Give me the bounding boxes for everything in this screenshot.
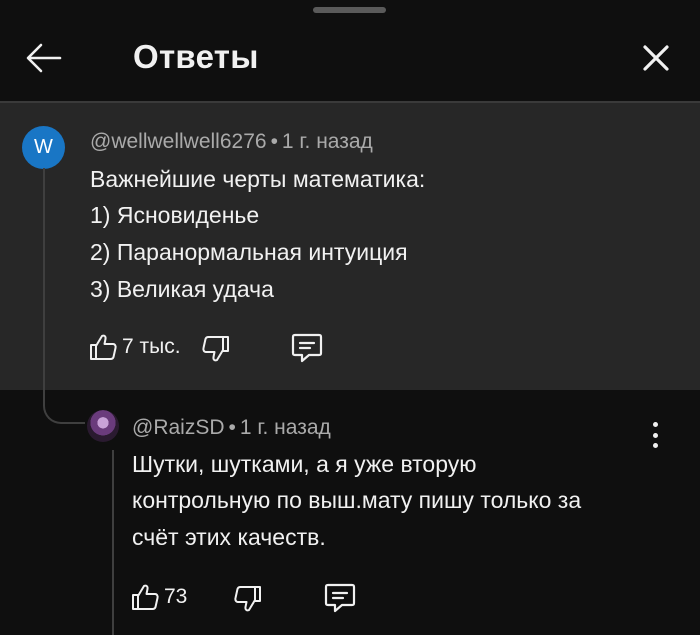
like-count: 7 тыс. <box>122 335 181 358</box>
comment-text-line: Важнейшие черты математика: <box>90 166 426 192</box>
thumbs-up-icon <box>90 334 117 360</box>
more-options-button[interactable] <box>640 418 670 452</box>
more-dot-icon <box>652 443 658 448</box>
close-icon <box>643 45 669 71</box>
comment-icon <box>324 583 356 613</box>
thumbs-down-icon <box>202 336 229 362</box>
thumbs-up-icon <box>132 584 159 610</box>
comment-author[interactable]: @wellwellwell6276 <box>90 130 267 153</box>
reply-meta: @RaizSD • 1 г. назад <box>132 416 331 440</box>
page-title: Ответы <box>133 38 259 75</box>
back-button[interactable] <box>22 38 66 78</box>
arrow-left-icon <box>26 43 62 73</box>
avatar[interactable]: W <box>22 126 65 169</box>
thread-line <box>43 168 45 400</box>
replies-sheet: Ответы W @wellwellwell6276 • 1 г. назад Ва… <box>0 0 700 635</box>
reply-time: 1 г. назад <box>239 416 331 439</box>
comment-text-line: 1) Ясновиденье <box>90 202 260 228</box>
thread-connector <box>43 398 85 424</box>
reply-author[interactable]: @RaizSD <box>132 416 225 439</box>
like-button[interactable]: 7 тыс. <box>88 332 181 362</box>
meta-separator: • <box>270 130 278 153</box>
comment-meta: @wellwellwell6276 • 1 г. назад <box>90 130 373 154</box>
reply-text-line: счёт этих качеств. <box>132 524 326 550</box>
like-count: 73 <box>164 585 188 608</box>
meta-separator: • <box>228 416 236 439</box>
thumbs-down-icon <box>234 586 261 612</box>
comment-text-line: 3) Великая удача <box>90 276 274 302</box>
more-dot-icon <box>652 432 658 438</box>
avatar[interactable] <box>87 410 119 442</box>
comment-icon <box>291 333 323 363</box>
like-button[interactable]: 73 <box>130 582 187 612</box>
reply-text-line: контрольную по выш.мату пишу только за <box>132 487 582 513</box>
dislike-button[interactable] <box>201 334 231 364</box>
avatar-letter: W <box>34 136 53 158</box>
reply-thread-line <box>112 450 114 635</box>
comment-time: 1 г. назад <box>281 130 373 153</box>
drag-handle[interactable] <box>313 7 386 13</box>
more-dot-icon <box>652 422 658 427</box>
dislike-button[interactable] <box>233 584 263 614</box>
header: Ответы <box>0 20 700 100</box>
reply-button[interactable] <box>323 582 357 614</box>
close-button[interactable] <box>634 36 678 80</box>
comment-text-line: 2) Паранормальная интуиция <box>90 239 408 265</box>
reply-button[interactable] <box>290 332 324 364</box>
reply-text-line: Шутки, шутками, а я уже вторую <box>132 451 477 477</box>
